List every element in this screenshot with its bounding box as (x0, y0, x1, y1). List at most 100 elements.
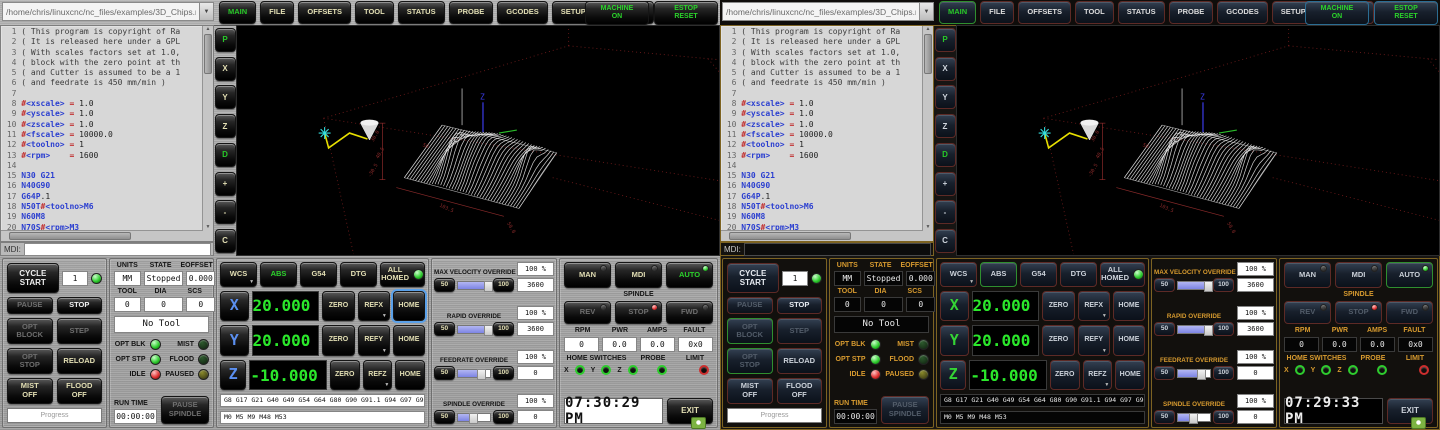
mist-off-button[interactable]: MIST OFF (7, 378, 53, 404)
override-max-button[interactable]: 100 (493, 366, 514, 380)
dtg-button[interactable]: DTG (340, 262, 377, 287)
estop-reset-button[interactable]: ESTOP RESET (654, 1, 718, 25)
zero-button-y[interactable]: ZERO (1042, 325, 1074, 356)
all-homed-button[interactable]: ALL HOMED (380, 262, 425, 287)
home-button-z[interactable]: HOME (395, 360, 425, 391)
menu-tool[interactable]: TOOL (1075, 1, 1114, 24)
menu-offsets[interactable]: OFFSETS (298, 1, 351, 24)
ref-button-x[interactable]: REFX ▼ (1078, 291, 1110, 322)
spindle-rev-button[interactable]: REV (1284, 301, 1331, 324)
pause-spindle-button[interactable]: PAUSE SPINDLE (161, 396, 209, 424)
rapid-slider[interactable] (1177, 325, 1211, 334)
spindle-slider[interactable] (457, 413, 491, 422)
view-x-button[interactable]: X (215, 57, 236, 81)
override-min-button[interactable]: 50 (434, 410, 455, 424)
menu-status[interactable]: STATUS (1118, 1, 1165, 24)
home-button-x[interactable]: HOME (1113, 291, 1145, 322)
view-z-button[interactable]: Z (215, 114, 236, 138)
abs-button[interactable]: ABS (260, 262, 297, 287)
override-min-button[interactable]: 50 (434, 366, 455, 380)
zoom-in-button[interactable]: + (935, 172, 956, 196)
gcode-hscrollbar[interactable] (1, 230, 203, 241)
zoom-in-button[interactable]: + (215, 172, 236, 196)
abs-button[interactable]: ABS (980, 262, 1017, 287)
zero-button-x[interactable]: ZERO (1042, 291, 1074, 322)
override-max-button[interactable]: 100 (1213, 278, 1234, 292)
menu-file[interactable]: FILE (980, 1, 1014, 24)
zoom-out-button[interactable]: - (935, 200, 956, 224)
scroll-up-icon[interactable]: ▲ (204, 26, 212, 33)
home-button-z[interactable]: HOME (1115, 360, 1145, 391)
view-y-button[interactable]: Y (215, 85, 236, 109)
rapid-slider[interactable] (457, 325, 491, 334)
g54-button[interactable]: G54 (300, 262, 337, 287)
zero-button-y[interactable]: ZERO (322, 325, 354, 356)
gremlin-preview[interactable]: 30.040.5-30.550103.550.0Z (956, 25, 1440, 256)
ref-button-y[interactable]: REFY ▼ (358, 325, 390, 356)
spindle-stop-button[interactable]: STOP (615, 301, 662, 324)
notify-icon[interactable] (1411, 417, 1426, 429)
cycle-count-spinbox[interactable]: 1 (62, 271, 89, 286)
estop-reset-button[interactable]: ESTOP RESET (1374, 1, 1438, 25)
menu-main[interactable]: MAIN (219, 1, 256, 24)
view-perspective-button[interactable]: P (215, 28, 236, 52)
pause-spindle-button[interactable]: PAUSE SPINDLE (881, 396, 929, 424)
spindle-fwd-button[interactable]: FWD (666, 301, 713, 324)
reload-button[interactable]: RELOAD (777, 348, 823, 374)
feedrate-slider[interactable] (1177, 369, 1211, 378)
notify-icon[interactable] (691, 417, 706, 429)
mdi-input[interactable] (744, 243, 931, 256)
file-path-input[interactable] (722, 2, 920, 21)
flood-off-button[interactable]: FLOOD OFF (777, 378, 823, 404)
zero-button-z[interactable]: ZERO (1050, 360, 1080, 391)
override-min-button[interactable]: 50 (434, 278, 455, 292)
mdi-input[interactable] (24, 243, 211, 256)
stop-button[interactable]: STOP (57, 297, 103, 314)
menu-probe[interactable]: PROBE (1169, 1, 1214, 24)
hscroll-thumb[interactable] (9, 232, 131, 240)
axis-y-button[interactable]: Y (220, 325, 249, 356)
file-path-dropdown-button[interactable]: ▼ (200, 2, 214, 21)
flood-off-button[interactable]: FLOOD OFF (57, 378, 103, 404)
view-dimensions-button[interactable]: D (935, 143, 956, 167)
view-dimensions-button[interactable]: D (215, 143, 236, 167)
auto-mode-button[interactable]: AUTO (666, 262, 713, 288)
menu-status[interactable]: STATUS (398, 1, 445, 24)
gremlin-preview[interactable]: 30.040.5-30.550103.550.0Z (236, 25, 720, 256)
override-min-button[interactable]: 50 (1154, 322, 1175, 336)
gcode-vscrollbar[interactable]: ▲ ▼ (922, 26, 933, 231)
machine-on-button[interactable]: MACHINE ON (585, 1, 649, 25)
zero-button-x[interactable]: ZERO (322, 291, 354, 322)
stop-button[interactable]: STOP (777, 297, 823, 314)
gcode-lines[interactable]: 1 ( This program is copyright of Ra 2 ( … (2, 27, 202, 230)
zero-button-z[interactable]: ZERO (330, 360, 360, 391)
all-homed-button[interactable]: ALL HOMED (1100, 262, 1145, 287)
menu-main[interactable]: MAIN (939, 1, 976, 24)
man-mode-button[interactable]: MAN (564, 262, 611, 288)
home-button-y[interactable]: HOME (393, 325, 425, 356)
wcs-button[interactable]: WCS ▼ (220, 262, 257, 287)
axis-z-button[interactable]: Z (220, 360, 246, 391)
view-z-button[interactable]: Z (935, 114, 956, 138)
opt-block-button[interactable]: OPT BLOCK (727, 318, 773, 344)
ref-button-z[interactable]: REFZ ▼ (363, 360, 393, 391)
pause-button[interactable]: PAUSE (727, 297, 773, 314)
reload-button[interactable]: RELOAD (57, 348, 103, 374)
home-button-y[interactable]: HOME (1113, 325, 1145, 356)
override-max-button[interactable]: 100 (1213, 366, 1234, 380)
wcs-button[interactable]: WCS ▼ (940, 262, 977, 287)
ref-button-x[interactable]: REFX ▼ (358, 291, 390, 322)
ref-button-y[interactable]: REFY ▼ (1078, 325, 1110, 356)
auto-mode-button[interactable]: AUTO (1386, 262, 1433, 288)
scroll-down-icon[interactable]: ▼ (924, 224, 932, 231)
machine-on-button[interactable]: MACHINE ON (1305, 1, 1369, 25)
override-min-button[interactable]: 50 (1154, 366, 1175, 380)
spindle-stop-button[interactable]: STOP (1335, 301, 1382, 324)
exit-button[interactable]: EXIT (1387, 398, 1433, 424)
cycle-start-button[interactable]: CYCLE START (727, 263, 779, 293)
gcode-hscrollbar[interactable] (721, 230, 923, 241)
mdi-mode-button[interactable]: MDI (615, 262, 662, 288)
zoom-out-button[interactable]: - (215, 200, 236, 224)
axis-x-button[interactable]: X (940, 291, 969, 322)
override-max-button[interactable]: 100 (1213, 322, 1234, 336)
